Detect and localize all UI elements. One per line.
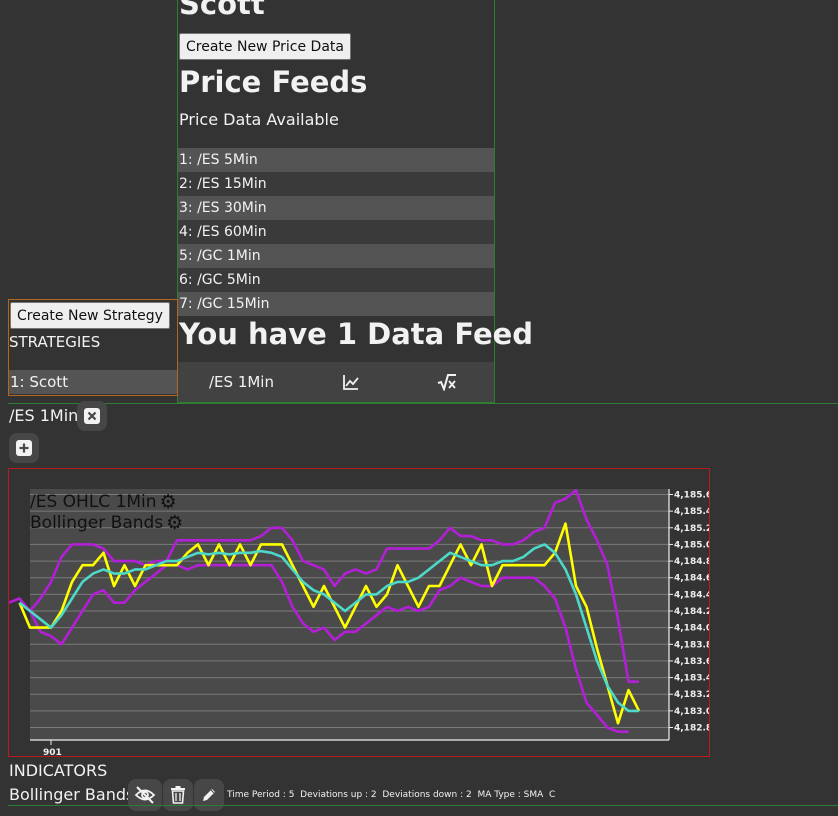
price-feeds-heading: Price Feeds	[179, 65, 368, 99]
close-icon	[84, 408, 100, 424]
create-price-data-button[interactable]: Create New Price Data	[179, 33, 351, 60]
active-feed-label[interactable]: /ES 1Min	[209, 373, 274, 391]
y-tick-label: 4,185.2	[674, 524, 709, 534]
list-item[interactable]: 6: /GC 5Min	[178, 268, 494, 292]
active-feed-row: /ES 1Min	[178, 362, 494, 402]
list-item[interactable]: 5: /GC 1Min	[178, 244, 494, 268]
list-item[interactable]: 1: Scott	[9, 370, 177, 394]
delete-indicator-button[interactable]	[163, 779, 193, 811]
y-tick-label: 4,182.8	[674, 724, 709, 734]
y-tick-label: 4,184.8	[674, 557, 709, 567]
tab-es-1min[interactable]: /ES 1Min	[9, 406, 78, 425]
indicator-params: Time Period : 5 Deviations up : 2 Deviat…	[227, 790, 556, 800]
y-tick-label: 4,184.0	[674, 624, 709, 634]
feed-title-partial: Scott	[179, 0, 265, 21]
divider	[8, 403, 838, 404]
gear-icon[interactable]: ⚙	[166, 512, 183, 534]
y-tick-label: 4,183.6	[674, 657, 709, 667]
y-tick-label: 4,185.4	[674, 507, 709, 517]
chart-series-label: /ES OHLC 1Min ⚙	[30, 491, 177, 513]
price-data-available-label: Price Data Available	[179, 110, 339, 129]
y-tick-label: 4,183.8	[674, 640, 709, 650]
indicators-heading: INDICATORS	[9, 761, 108, 780]
trash-icon	[171, 786, 185, 804]
y-tick-label: 4,185.6	[674, 491, 709, 501]
close-tab-button[interactable]	[77, 401, 107, 431]
price-chart[interactable]: 4,185.6 4,185.4 4,185.2 4,185.0 4,184.8 4,184…	[8, 468, 710, 757]
list-item[interactable]: 2: /ES 15Min	[178, 172, 494, 196]
price-feeds-panel: Scott Create New Price Data Price Feeds …	[177, 0, 533, 403]
y-tick-label: 4,185.0	[674, 540, 709, 550]
chart-line-icon[interactable]	[342, 373, 360, 391]
y-tick-label: 4,184.4	[674, 590, 709, 600]
strategies-heading: STRATEGIES	[9, 333, 101, 351]
chart-series-label-text: /ES OHLC 1Min	[30, 492, 157, 512]
list-item[interactable]: 1: /ES 5Min	[178, 148, 494, 172]
eye-slash-icon	[134, 786, 156, 804]
indicator-name: Bollinger Bands	[9, 785, 135, 804]
chart-indicator-label-text: Bollinger Bands	[30, 513, 164, 533]
data-feed-count-heading: You have 1 Data Feed	[179, 317, 534, 351]
y-tick-label: 4,184.6	[674, 574, 709, 584]
create-strategy-button[interactable]: Create New Strategy	[10, 302, 170, 329]
pencil-icon	[203, 789, 215, 801]
list-item[interactable]: 7: /GC 15Min	[178, 292, 494, 316]
y-tick-label: 4,183.2	[674, 690, 709, 700]
list-item[interactable]: 3: /ES 30Min	[178, 196, 494, 220]
y-tick-label: 4,183.0	[674, 707, 709, 717]
plus-square-icon	[16, 440, 32, 456]
hide-indicator-button[interactable]	[128, 779, 162, 811]
x-tick-label: 901	[43, 748, 62, 756]
square-root-icon[interactable]	[437, 373, 457, 392]
chart-indicator-label: Bollinger Bands ⚙	[30, 512, 183, 534]
add-chart-button[interactable]	[9, 433, 39, 463]
divider	[8, 805, 838, 806]
y-tick-label: 4,183.4	[674, 674, 709, 684]
strategies-panel: Create New Strategy STRATEGIES 1: Scott	[8, 299, 178, 396]
gear-icon[interactable]: ⚙	[160, 491, 177, 513]
edit-indicator-button[interactable]	[194, 779, 224, 811]
y-tick-label: 4,184.2	[674, 607, 709, 617]
list-item[interactable]: 4: /ES 60Min	[178, 220, 494, 244]
